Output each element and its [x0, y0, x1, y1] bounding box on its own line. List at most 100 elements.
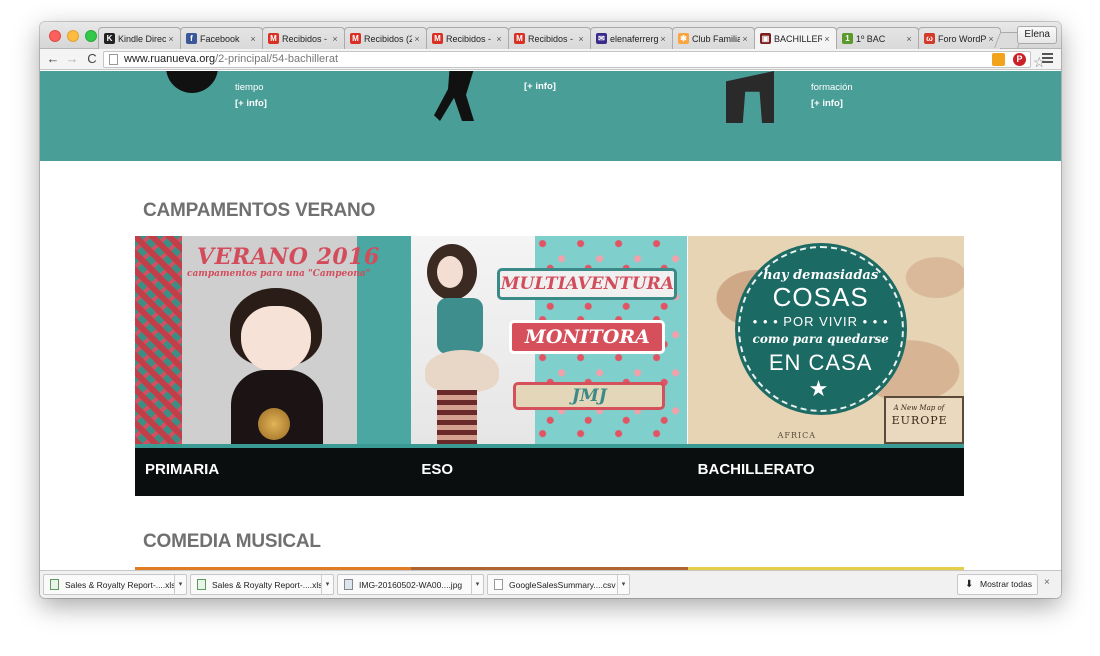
tab-title: Club Familia — [692, 33, 740, 44]
clock-icon — [166, 71, 218, 93]
downloads-bar: Sales & Royalty Report-....xls ▾ Sales & R… — [40, 570, 1061, 598]
download-menu-chevron-icon[interactable]: ▾ — [471, 575, 483, 594]
section-title-campamentos: CAMPAMENTOS VERANO — [143, 200, 376, 221]
forward-button[interactable]: → — [64, 51, 80, 67]
band-info-link-1[interactable]: [+ info] — [235, 98, 267, 109]
card3-art-line5: EN CASA — [768, 350, 873, 375]
card2-art-jmj: JMJ — [513, 382, 666, 410]
tab-title: Foro WordPr — [938, 33, 986, 44]
toolbar: ← → C www.ruanueva.org/2-principal/54-ba… — [40, 49, 1061, 70]
tab-5[interactable]: M Recibidos - × — [508, 27, 591, 49]
profile-button[interactable]: Elena — [1017, 26, 1057, 44]
card-bachillerato[interactable]: hay demasiadas COSAS • • • POR VIVIR • •… — [687, 236, 964, 496]
card3-art-line4: como para quedarse — [752, 332, 889, 346]
features-band: tiempo [+ info] [+ info] formación [+ in… — [40, 71, 1061, 161]
map-title: EUROPE — [891, 414, 948, 427]
reload-button[interactable]: C — [84, 51, 100, 67]
card-primaria[interactable]: VERANO 2016 campamentos para una "Campeo… — [135, 236, 412, 496]
address-bar[interactable]: www.ruanueva.org/2-principal/54-bachille… — [103, 51, 1046, 70]
gmail-icon: M — [268, 33, 279, 44]
band-info-link-3[interactable]: [+ info] — [811, 98, 843, 109]
download-menu-chevron-icon[interactable]: ▾ — [617, 575, 629, 594]
tab-close-icon[interactable]: × — [494, 34, 504, 44]
tab-title: Facebook — [200, 33, 240, 44]
tab-3[interactable]: M Recibidos (2 × — [344, 27, 427, 49]
pinterest-icon[interactable]: P — [1013, 53, 1026, 66]
tab-title: Recibidos - — [282, 33, 328, 44]
card3-art-line1: hay demasiadas — [763, 268, 879, 283]
runner-icon — [434, 71, 474, 121]
browser-window: K Kindle Direc × f Facebook × M Recibidos - × M Re… — [40, 22, 1061, 598]
tab-close-icon[interactable]: × — [904, 34, 914, 44]
card3-art-line2: COSAS — [772, 282, 869, 312]
card-label-primaria[interactable]: PRIMARIA — [135, 448, 412, 496]
tab-2[interactable]: M Recibidos - × — [262, 27, 345, 49]
close-downloads-icon[interactable]: × — [1044, 577, 1050, 588]
card-label-bachillerato[interactable]: BACHILLERATO — [687, 448, 964, 496]
star-icon: ★ — [808, 376, 829, 401]
download-menu-chevron-icon[interactable]: ▾ — [174, 575, 186, 594]
gmail-icon: M — [350, 33, 361, 44]
wordpress-foro-icon: ω — [924, 33, 935, 44]
tab-close-icon[interactable]: × — [986, 34, 996, 44]
band-text-3: formación — [811, 82, 853, 93]
download-item[interactable]: Sales & Royalty Report-....xls ▾ — [43, 574, 187, 595]
page-viewport[interactable]: tiempo [+ info] [+ info] formación [+ in… — [40, 71, 1061, 571]
page-icon — [109, 54, 118, 65]
back-button[interactable]: ← — [45, 51, 61, 67]
close-window-button[interactable] — [49, 30, 61, 42]
medal-icon — [258, 408, 290, 440]
tab-title: Recibidos - — [528, 33, 574, 44]
tab-8[interactable]: ▣ BACHILLER × — [754, 27, 837, 49]
download-menu-chevron-icon[interactable]: ▾ — [321, 575, 333, 594]
card-image-bachillerato[interactable]: hay demasiadas COSAS • • • POR VIVIR • •… — [687, 236, 964, 444]
menu-icon[interactable] — [1042, 53, 1053, 65]
spreadsheet-file-icon — [50, 579, 59, 590]
card3-art-line3: • • • POR VIVIR • • • — [752, 314, 889, 329]
download-item[interactable]: IMG-20160502-WA00....jpg ▾ — [337, 574, 484, 595]
tab-close-icon[interactable]: × — [822, 34, 832, 44]
tab-7[interactable]: ✱ Club Familia × — [672, 27, 755, 49]
tab-close-icon[interactable]: × — [412, 34, 422, 44]
tab-title: BACHILLER — [774, 33, 822, 44]
download-item[interactable]: GoogleSalesSummary....csv ▾ — [487, 574, 630, 595]
tab-close-icon[interactable]: × — [576, 34, 586, 44]
tab-title: 1º BAC — [856, 33, 886, 44]
tab-close-icon[interactable]: × — [330, 34, 340, 44]
camp-cards: VERANO 2016 campamentos para una "Campeo… — [135, 236, 964, 496]
mail-icon: ✉ — [596, 33, 607, 44]
tab-9[interactable]: 1 1º BAC × — [836, 27, 919, 49]
tab-close-icon[interactable]: × — [248, 34, 258, 44]
card-label-eso[interactable]: ESO — [411, 448, 688, 496]
extension-analytics-icon[interactable] — [992, 53, 1005, 66]
card-image-primaria[interactable]: VERANO 2016 campamentos para una "Campeo… — [135, 236, 412, 444]
tab-close-icon[interactable]: × — [658, 34, 668, 44]
people-icon — [726, 71, 774, 123]
spreadsheet-file-icon — [197, 579, 206, 590]
tab-0[interactable]: K Kindle Direc × — [98, 27, 181, 49]
tab-close-icon[interactable]: × — [166, 34, 176, 44]
minimize-window-button[interactable] — [67, 30, 79, 42]
tab-title: Recibidos (2 — [364, 33, 412, 44]
section-title-comedia: COMEDIA MUSICAL — [143, 531, 321, 552]
band-info-link-2[interactable]: [+ info] — [524, 81, 556, 92]
card-eso[interactable]: MULTIAVENTURA MONITORA JMJ ESO — [411, 236, 688, 496]
url-path: /2-principal/54-bachillerat — [215, 53, 339, 65]
band-text-1: tiempo — [235, 82, 264, 93]
tab-4[interactable]: M Recibidos - × — [426, 27, 509, 49]
map-cartouche: A New Map of EUROPE — [883, 396, 964, 444]
tab-close-icon[interactable]: × — [740, 34, 750, 44]
site-icon-2: 1 — [842, 33, 853, 44]
site-icon: ▣ — [760, 33, 771, 44]
card1-art-subtitle: campamentos para una "Campeona" — [187, 269, 371, 279]
tab-title: elenaferrerg — [610, 33, 658, 44]
show-all-label: Mostrar todas — [980, 579, 1032, 589]
gmail-icon: M — [514, 33, 525, 44]
card-image-eso[interactable]: MULTIAVENTURA MONITORA JMJ — [411, 236, 688, 444]
tab-10[interactable]: ω Foro WordPr × — [918, 27, 1001, 49]
show-all-downloads-button[interactable]: ⬇ Mostrar todas — [957, 574, 1038, 595]
download-item[interactable]: Sales & Royalty Report-....xls ▾ — [190, 574, 334, 595]
tab-6[interactable]: ✉ elenaferrerg × — [590, 27, 673, 49]
tab-1[interactable]: f Facebook × — [180, 27, 263, 49]
zoom-window-button[interactable] — [85, 30, 97, 42]
